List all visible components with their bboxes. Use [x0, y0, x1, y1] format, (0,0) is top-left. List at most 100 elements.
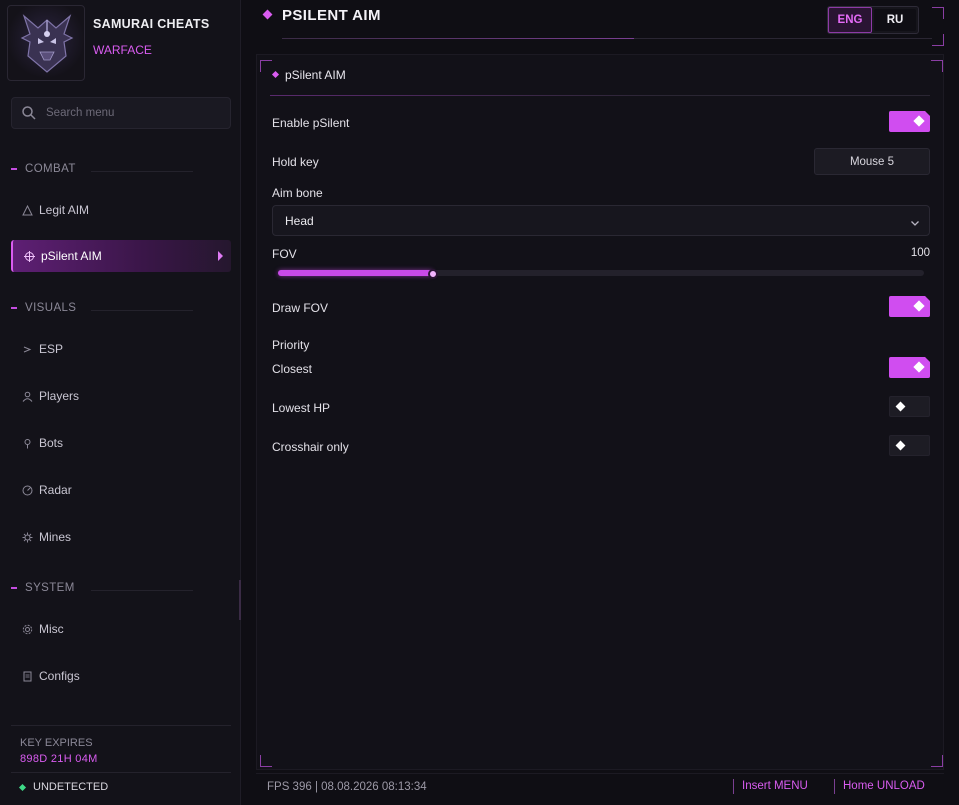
corner-bracket [931, 60, 943, 72]
fov-label: FOV [272, 247, 297, 261]
sidebar-item-psilent-aim[interactable]: pSilent AIM [11, 240, 231, 272]
aim-bone-label: Aim bone [272, 186, 323, 200]
corner-bracket [931, 755, 943, 767]
search-box[interactable] [11, 97, 231, 129]
samurai-logo [7, 5, 85, 81]
insert-menu-hotkey[interactable]: Insert MENU [742, 780, 808, 792]
fov-slider-handle[interactable] [428, 269, 439, 279]
toggle-knob [913, 300, 924, 311]
brand-title: SAMURAI CHEATS [93, 17, 210, 31]
sidebar-item-players[interactable]: Players [11, 380, 231, 412]
key-expires-label: KEY EXPIRES [20, 737, 93, 749]
section-divider [91, 310, 193, 311]
search-icon [21, 105, 37, 121]
sidebar-item-label: Players [39, 389, 80, 403]
user-icon [21, 390, 33, 402]
priority-label: Priority [272, 338, 310, 352]
diamond-icon [262, 9, 273, 20]
section-system: SYSTEM [11, 582, 193, 594]
hotkey-action: UNLOAD [876, 780, 925, 792]
corner-bracket [260, 60, 272, 72]
priority-crosshair-label: Crosshair only [272, 440, 349, 454]
section-label: VISUALS [25, 302, 77, 314]
sidebar-item-bots[interactable]: Bots [11, 427, 231, 459]
sidebar-item-mines[interactable]: Mines [11, 521, 231, 553]
section-dash [11, 586, 17, 589]
fps-timestamp: FPS 396 | 08.08.2026 08:13:34 [267, 781, 427, 793]
gear-icon [21, 623, 33, 635]
sidebar-item-label: Configs [39, 669, 80, 683]
aim-bone-value: Head [285, 214, 314, 228]
section-divider [91, 590, 193, 591]
search-input[interactable] [44, 98, 224, 128]
sidebar-item-configs[interactable]: Configs [11, 660, 231, 692]
lang-ru-button[interactable]: RU [874, 9, 916, 31]
enable-psilent-label: Enable pSilent [272, 116, 350, 130]
priority-lowest-hp-label: Lowest HP [272, 401, 331, 415]
chevron-down-icon [910, 215, 920, 226]
section-divider [91, 171, 193, 172]
home-unload-hotkey[interactable]: Home UNLOAD [843, 780, 925, 792]
fov-slider[interactable] [278, 270, 924, 276]
status-text: UNDETECTED [33, 781, 109, 793]
corner-bracket [932, 7, 944, 19]
sidebar-item-label: pSilent AIM [41, 249, 102, 263]
status-dot-icon [18, 783, 27, 791]
sidebar-scroll-accent [239, 580, 241, 620]
triangle-icon [21, 204, 33, 216]
section-dash [11, 167, 17, 170]
sidebar-item-label: Bots [39, 436, 64, 450]
sidebar-item-label: Radar [39, 483, 72, 497]
sidebar-item-legit-aim[interactable]: Legit AIM [11, 194, 231, 226]
hold-key-button[interactable]: Mouse 5 [814, 148, 930, 175]
sidebar-item-label: Misc [39, 622, 64, 636]
sidebar-footer: KEY EXPIRES 898D 21H 04M UNDETECTED [11, 725, 231, 793]
section-dash [11, 306, 17, 309]
section-label: COMBAT [25, 163, 76, 175]
footer-divider [11, 772, 231, 773]
toggle-knob [895, 440, 906, 451]
section-label: SYSTEM [25, 582, 75, 594]
sidebar-item-radar[interactable]: Radar [11, 474, 231, 506]
chevron-icon [21, 343, 33, 355]
priority-lowest-hp-toggle[interactable] [889, 396, 930, 417]
hotkey-key: Insert [742, 780, 771, 792]
toggle-knob [895, 401, 906, 412]
status-badge: UNDETECTED [18, 781, 109, 793]
hotkey-action: MENU [773, 780, 808, 792]
section-visuals: VISUALS [11, 302, 193, 314]
aim-bone-select[interactable]: Head [272, 205, 930, 236]
fov-slider-fill [278, 270, 434, 276]
header-divider-accent [282, 38, 634, 39]
status-separator [733, 779, 734, 794]
draw-fov-label: Draw FOV [272, 301, 329, 315]
priority-crosshair-toggle[interactable] [889, 435, 930, 456]
sidebar-item-label: ESP [39, 342, 64, 356]
draw-fov-toggle[interactable] [889, 296, 930, 317]
toggle-knob [913, 115, 924, 126]
lang-eng-button[interactable]: ENG [828, 7, 872, 33]
sidebar: SAMURAI CHEATS WARFACE COMBAT Legit AIM … [0, 0, 241, 805]
brand-subtitle: WARFACE [93, 43, 152, 57]
enable-psilent-toggle[interactable] [889, 111, 930, 132]
sidebar-item-misc[interactable]: Misc [11, 613, 231, 645]
panel-title: pSilent AIM [285, 68, 346, 82]
fov-value: 100 [910, 247, 930, 259]
hold-key-label: Hold key [272, 155, 319, 169]
radar-icon [21, 484, 33, 496]
sidebar-item-label: Mines [39, 530, 72, 544]
toggle-knob [913, 361, 924, 372]
crosshair-icon [23, 250, 35, 262]
page-title: PSILENT AIM [282, 7, 381, 24]
corner-bracket [932, 34, 944, 46]
sidebar-item-label: Legit AIM [39, 203, 90, 217]
corner-bracket [260, 755, 272, 767]
sidebar-item-esp[interactable]: ESP [11, 333, 231, 365]
file-icon [21, 670, 33, 682]
language-switch: ENG RU [827, 6, 919, 34]
priority-closest-toggle[interactable] [889, 357, 930, 378]
status-separator [834, 779, 835, 794]
key-expires-value: 898D 21H 04M [20, 753, 98, 765]
pin-icon [21, 437, 33, 449]
arrow-right-icon [218, 251, 223, 261]
